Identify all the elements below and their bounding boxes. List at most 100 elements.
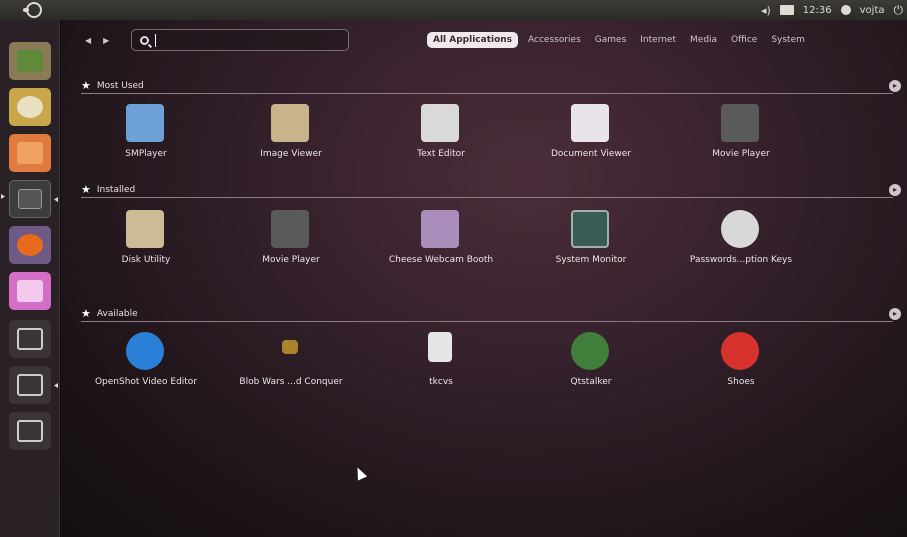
app-label: Blob Wars ...d Conquer: [239, 377, 343, 387]
volume-icon[interactable]: ◂): [761, 4, 771, 17]
active-indicator-icon: [1, 194, 5, 199]
app-cheese-webcam-booth[interactable]: Cheese Webcam Booth: [366, 202, 516, 284]
back-icon[interactable]: ◀: [85, 36, 91, 45]
app-label: Document Viewer: [550, 149, 632, 159]
passwords-keys-icon: [721, 210, 759, 248]
clock[interactable]: 12:36: [803, 5, 832, 16]
pink-app-button[interactable]: [9, 272, 51, 310]
disk-utility-icon: [126, 210, 164, 248]
section-title: Most Used: [96, 80, 144, 91]
app-label: Movie Player: [262, 255, 320, 265]
shoes-icon: [721, 332, 759, 370]
document-viewer-icon: [571, 104, 609, 142]
openshot-icon: [126, 332, 164, 370]
expand-icon[interactable]: ▸: [889, 308, 901, 320]
running-indicator-icon: [54, 197, 58, 202]
image-viewer-icon: [271, 104, 309, 142]
section-header-most-used[interactable]: ★ Most Used ▸: [81, 78, 901, 94]
app-label: Passwords...ption Keys: [689, 255, 793, 265]
search-icon: [140, 35, 149, 45]
filter-system[interactable]: System: [767, 32, 809, 48]
trash-button[interactable]: [9, 412, 51, 450]
app-blob-wars[interactable]: Blob Wars ...d Conquer: [216, 324, 366, 406]
star-icon: ★: [81, 79, 91, 92]
dash-home-icon: [17, 50, 43, 72]
app-system-monitor[interactable]: System Monitor: [516, 202, 666, 284]
app-label: OpenShot Video Editor: [94, 377, 198, 387]
app-passwords-keys[interactable]: Passwords...ption Keys: [666, 202, 816, 284]
mouse-cursor-icon: [352, 465, 368, 481]
app-qtstalker[interactable]: Qtstalker: [516, 324, 666, 406]
app-row-available: OpenShot Video Editor Blob Wars ...d Con…: [61, 324, 907, 406]
app-movie-player[interactable]: Movie Player: [216, 202, 366, 284]
app-document-viewer[interactable]: Document Viewer: [516, 96, 666, 178]
app-disk-utility[interactable]: Disk Utility: [71, 202, 221, 284]
expand-icon[interactable]: ▸: [889, 184, 901, 196]
top-panel: ◂) 12:36 vojta ⏻: [0, 0, 907, 20]
applications-button[interactable]: [9, 366, 51, 404]
dash-home-button[interactable]: [9, 42, 51, 80]
star-icon: ★: [81, 307, 91, 320]
dash-overlay: ◀ ▶ All Applications Accessories Games I…: [61, 20, 907, 537]
filter-internet[interactable]: Internet: [636, 32, 680, 48]
folder-button[interactable]: [9, 320, 51, 358]
firefox-icon: [17, 234, 43, 256]
mail-icon[interactable]: [779, 5, 794, 15]
app-label: tkcvs: [429, 377, 453, 387]
forward-icon[interactable]: ▶: [103, 36, 109, 45]
app-label: Image Viewer: [260, 149, 322, 159]
power-icon[interactable]: ⏻: [894, 3, 904, 18]
text-editor-icon: [421, 104, 459, 142]
filter-accessories[interactable]: Accessories: [524, 32, 585, 48]
app-image-viewer[interactable]: Image Viewer: [216, 96, 366, 178]
app-tkcvs[interactable]: tkcvs: [366, 324, 516, 406]
filter-all-applications[interactable]: All Applications: [427, 32, 519, 48]
app-label: Text Editor: [417, 149, 465, 159]
user-icon[interactable]: [840, 5, 851, 15]
search-input[interactable]: [155, 33, 325, 47]
app-text-editor[interactable]: Text Editor: [366, 96, 516, 178]
star-icon: ★: [81, 183, 91, 196]
app-openshot-video-editor[interactable]: OpenShot Video Editor: [71, 324, 221, 406]
section-header-available[interactable]: ★ Available ▸: [81, 306, 901, 322]
pink-app-icon: [17, 280, 43, 302]
filter-office[interactable]: Office: [727, 32, 761, 48]
movie-player-icon: [721, 104, 759, 142]
workspaces-icon: [18, 189, 42, 209]
app-movie-player[interactable]: Movie Player: [666, 96, 816, 178]
section-header-installed[interactable]: ★ Installed ▸: [81, 182, 901, 198]
app-label: Cheese Webcam Booth: [388, 255, 494, 265]
smplayer-icon: [126, 104, 164, 142]
ubuntu-logo-icon[interactable]: [23, 2, 42, 18]
firefox-button[interactable]: [9, 226, 51, 264]
section-title: Installed: [96, 184, 136, 195]
filter-games[interactable]: Games: [591, 32, 630, 48]
system-monitor-icon: [571, 210, 609, 248]
app-label: Qtstalker: [570, 377, 612, 387]
indicator-area: ◂) 12:36 vojta ⏻: [761, 3, 903, 18]
photos-button[interactable]: [9, 134, 51, 172]
user-name[interactable]: vojta: [860, 5, 885, 16]
expand-icon[interactable]: ▸: [889, 80, 901, 92]
blob-wars-icon: [282, 340, 298, 354]
applications-icon: [17, 374, 43, 396]
tkcvs-icon: [428, 332, 452, 362]
app-row-most-used: SMPlayer Image Viewer Text Editor Docume…: [61, 96, 907, 178]
app-label: SMPlayer: [125, 149, 167, 159]
launcher: [0, 20, 60, 537]
section-title: Available: [96, 308, 138, 319]
app-smplayer[interactable]: SMPlayer: [71, 96, 221, 178]
app-label: Shoes: [727, 377, 755, 387]
filter-media[interactable]: Media: [686, 32, 721, 48]
cheese-webcam-icon: [421, 210, 459, 248]
movie-player-icon: [271, 210, 309, 248]
nav-buttons: ◀ ▶: [69, 36, 131, 45]
files-folders-button[interactable]: [9, 88, 51, 126]
search-box[interactable]: [131, 29, 349, 51]
app-label: Disk Utility: [121, 255, 171, 265]
trash-icon: [17, 420, 43, 442]
app-shoes[interactable]: Shoes: [666, 324, 816, 406]
workspaces-button[interactable]: [9, 180, 51, 218]
folder-icon: [17, 328, 43, 350]
app-label: System Monitor: [555, 255, 627, 265]
